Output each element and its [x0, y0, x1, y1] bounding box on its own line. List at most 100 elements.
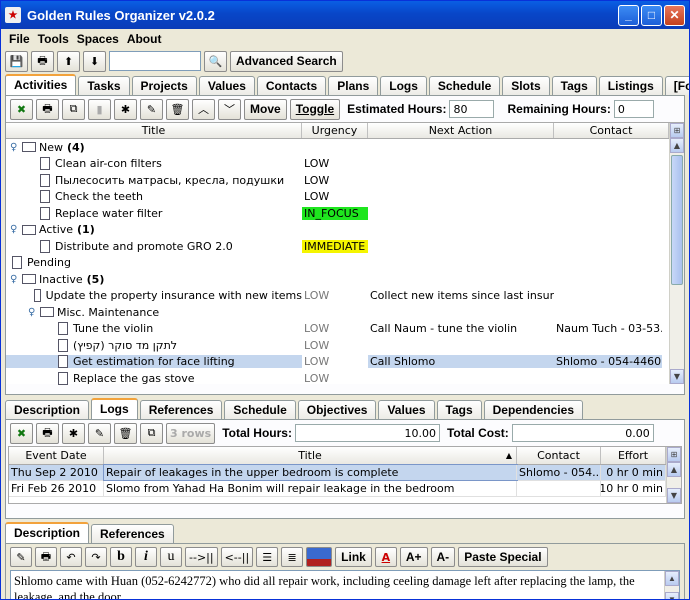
- export-icon[interactable]: ⬆: [57, 50, 80, 72]
- tab-tags[interactable]: Tags: [551, 76, 597, 95]
- paste-special-button[interactable]: Paste Special: [458, 547, 548, 567]
- scroll-down-icon[interactable]: ▼: [670, 369, 684, 384]
- menu-about[interactable]: About: [127, 32, 162, 46]
- expand-toggle-icon[interactable]: ♀: [10, 224, 20, 235]
- tab-projects[interactable]: Projects: [131, 76, 197, 95]
- table-row[interactable]: Fri Feb 26 2010 Slomo from Yahad Ha Bonim…: [9, 481, 666, 497]
- tree-scrollbar[interactable]: ⊞ ▲ ▼: [669, 123, 684, 384]
- scroll-down-icon[interactable]: ▼: [665, 592, 679, 599]
- underline-button[interactable]: u: [160, 547, 182, 567]
- tab-activities[interactable]: Activities: [5, 74, 77, 95]
- copy-icon[interactable]: ⧉: [140, 422, 163, 444]
- tree-row[interactable]: Distribute and promote GRO 2.0 IMMEDIATE: [6, 238, 669, 255]
- desc-tab-description[interactable]: Description: [5, 522, 90, 543]
- font-color-icon[interactable]: A: [374, 547, 397, 567]
- tab-contacts[interactable]: Contacts: [256, 76, 327, 95]
- scroll-up-icon[interactable]: ▲: [670, 138, 684, 153]
- minimize-button[interactable]: _: [618, 4, 639, 26]
- tree-row[interactable]: ♀ Inactive (5): [6, 271, 669, 288]
- copy-icon[interactable]: ⧉: [62, 98, 85, 120]
- tab-slots[interactable]: Slots: [502, 76, 550, 95]
- total-hours-field[interactable]: 10.00: [294, 424, 440, 442]
- tab-listings[interactable]: Listings: [598, 76, 663, 95]
- tab-found[interactable]: [Found]: [664, 76, 689, 95]
- tree-row[interactable]: Pending: [6, 255, 669, 272]
- redo-icon[interactable]: ↷: [85, 547, 107, 567]
- description-editor[interactable]: Shlomo came with Huan (052-6242772) who …: [10, 570, 680, 599]
- detail-tab-objectives[interactable]: Objectives: [297, 400, 377, 419]
- description-scrollbar[interactable]: ▲ ▼: [664, 571, 679, 599]
- search-icon[interactable]: 🔍: [204, 50, 227, 72]
- scroll-corner-icon[interactable]: ⊞: [667, 447, 681, 462]
- tree-row[interactable]: לתקן מד סוקר (קפיץ) LOW: [6, 337, 669, 354]
- total-cost-field[interactable]: 0.00: [511, 424, 654, 442]
- tree-row[interactable]: ♀ New (4): [6, 139, 669, 156]
- outdent-button[interactable]: <--||: [220, 547, 254, 567]
- bold-button[interactable]: b: [110, 547, 132, 567]
- excel-export-icon[interactable]: ✖: [10, 98, 33, 120]
- col-urgency[interactable]: Urgency: [302, 123, 368, 138]
- trash-icon[interactable]: 🗑: [114, 422, 137, 444]
- tree-row[interactable]: Пылесосить матрасы, кресла, подушки LOW: [6, 172, 669, 189]
- title-bar[interactable]: ★ Golden Rules Organizer v2.0.2 _ □ ✕: [1, 1, 689, 29]
- tree-row[interactable]: Clean air-con filters LOW: [6, 156, 669, 173]
- edit-icon[interactable]: ✎: [10, 547, 32, 567]
- import-icon[interactable]: ⬇: [83, 50, 106, 72]
- tree-row[interactable]: Update the property insurance with new i…: [6, 288, 669, 305]
- tree-row[interactable]: ♀ Misc. Maintenance: [6, 304, 669, 321]
- col-log-contact[interactable]: Contact: [517, 447, 601, 464]
- col-event-date[interactable]: Event Date: [9, 447, 104, 464]
- font-decrease-button[interactable]: A-: [430, 547, 456, 567]
- tree-row[interactable]: ♀ Active (1): [6, 222, 669, 239]
- detail-tab-logs[interactable]: Logs: [91, 398, 138, 419]
- save-icon[interactable]: 💾: [5, 50, 28, 72]
- menu-spaces[interactable]: Spaces: [77, 32, 119, 46]
- insert-image-icon[interactable]: [306, 547, 333, 567]
- link-button[interactable]: Link: [335, 547, 372, 567]
- expand-toggle-icon[interactable]: ♀: [10, 142, 20, 153]
- print-icon[interactable]: 🖶: [36, 422, 59, 444]
- remaining-hours-field[interactable]: 0: [613, 100, 654, 118]
- italic-button[interactable]: i: [135, 547, 157, 567]
- close-button[interactable]: ✕: [664, 4, 685, 26]
- font-increase-button[interactable]: A+: [399, 547, 428, 567]
- detail-tab-schedule[interactable]: Schedule: [224, 400, 296, 419]
- move-down-icon[interactable]: ﹀: [218, 98, 241, 120]
- desc-tab-references[interactable]: References: [91, 524, 174, 543]
- scroll-up-icon[interactable]: ▲: [665, 571, 679, 586]
- tab-logs[interactable]: Logs: [380, 76, 427, 95]
- expand-toggle-icon[interactable]: ♀: [28, 307, 38, 318]
- col-effort[interactable]: Effort: [601, 447, 666, 464]
- search-input[interactable]: [109, 51, 201, 71]
- tree-row[interactable]: Get estimation for face lifting LOW Call S…: [6, 354, 669, 371]
- bullet-list-icon[interactable]: ☰: [256, 547, 279, 567]
- edit-icon[interactable]: ✎: [88, 422, 111, 444]
- undo-icon[interactable]: ↶: [60, 547, 82, 567]
- col-contact[interactable]: Contact: [554, 123, 669, 138]
- col-log-title[interactable]: Title ▲: [104, 447, 517, 464]
- delete-icon[interactable]: ▮: [88, 98, 111, 120]
- scroll-corner-icon[interactable]: ⊞: [670, 123, 684, 138]
- menu-tools[interactable]: Tools: [38, 32, 69, 46]
- toggle-button[interactable]: Toggle: [289, 98, 341, 120]
- print-icon[interactable]: 🖶: [35, 547, 57, 567]
- menu-file[interactable]: File: [9, 32, 30, 46]
- edit-icon[interactable]: ✎: [140, 98, 163, 120]
- col-title[interactable]: Title: [6, 123, 302, 138]
- maximize-button[interactable]: □: [641, 4, 662, 26]
- col-next-action[interactable]: Next Action: [368, 123, 554, 138]
- detail-tab-values[interactable]: Values: [378, 400, 435, 419]
- estimated-hours-field[interactable]: 80: [449, 100, 495, 118]
- logs-scrollbar[interactable]: ⊞ ▲ ▼: [666, 447, 681, 503]
- tab-values[interactable]: Values: [198, 76, 255, 95]
- scroll-thumb[interactable]: [671, 155, 683, 285]
- print-icon[interactable]: 🖶: [31, 50, 54, 72]
- print-icon[interactable]: 🖶: [36, 98, 59, 120]
- trash-icon[interactable]: 🗑: [166, 98, 189, 120]
- indent-button[interactable]: -->||: [185, 547, 218, 567]
- move-button[interactable]: Move: [244, 98, 287, 120]
- new-item-icon[interactable]: ✱: [114, 98, 137, 120]
- detail-tab-description[interactable]: Description: [5, 400, 90, 419]
- tab-tasks[interactable]: Tasks: [78, 76, 130, 95]
- tree-row[interactable]: Replace water filter IN_FOCUS: [6, 205, 669, 222]
